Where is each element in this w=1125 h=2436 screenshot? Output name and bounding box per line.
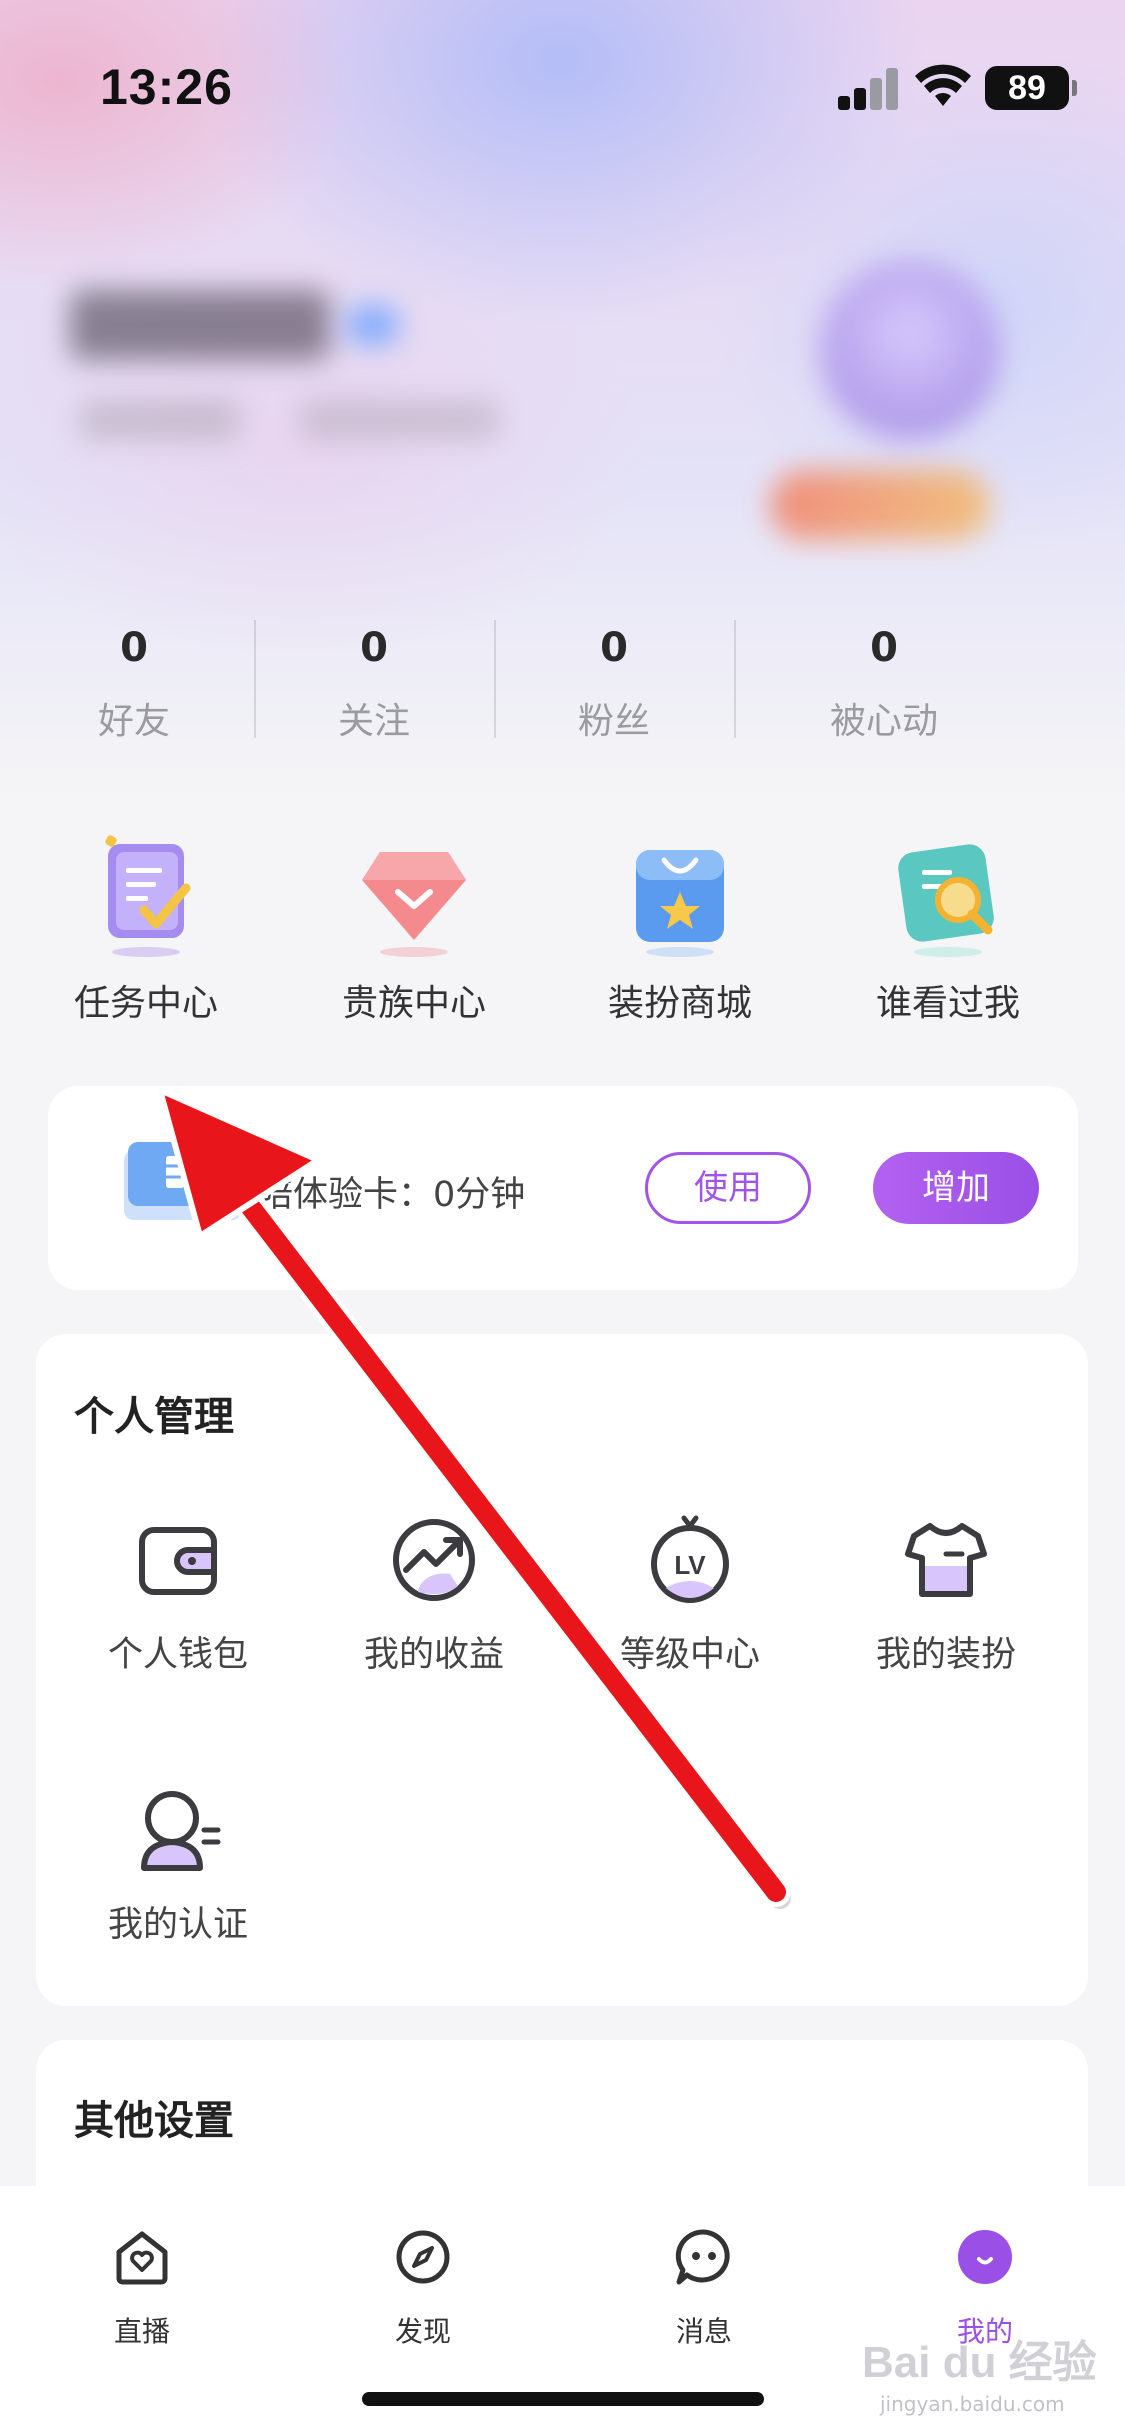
- profile-id-blurred: [80, 400, 240, 440]
- tab-label: 直播: [113, 2315, 170, 2348]
- home-heart-icon: [116, 2231, 168, 2285]
- wifi-icon: [915, 64, 971, 106]
- add-button[interactable]: 增加: [873, 1152, 1039, 1224]
- stat-following[interactable]: 0 关注: [254, 620, 494, 744]
- shortcut-label: 任务中心: [73, 983, 218, 1024]
- cellular-signal-icon: [838, 68, 900, 110]
- battery-icon: 89: [985, 66, 1077, 110]
- stat-divider: [734, 620, 736, 738]
- stat-label: 好友: [97, 701, 170, 742]
- status-time: 13:26: [100, 59, 233, 115]
- stat-label: 被心动: [829, 701, 938, 742]
- chat-icon: [675, 2229, 730, 2285]
- feature-shortcuts: 任务中心 贵族中心 装扮商城 谁看过我: [0, 830, 1125, 1050]
- task-icon: [105, 835, 191, 957]
- mgmt-item-verification[interactable]: 我的认证: [78, 1784, 278, 1947]
- compass-icon: [396, 2230, 450, 2284]
- stat-value: 0: [600, 625, 628, 671]
- tab-label: 消息: [675, 2315, 732, 2348]
- mgmt-item-wallet[interactable]: 个人钱包: [78, 1514, 278, 1677]
- profile-info-blurred: [300, 400, 500, 440]
- stat-value: 0: [360, 625, 388, 671]
- stat-value: 0: [870, 625, 898, 671]
- section-title: 其他设置: [74, 2098, 234, 2144]
- shortcut-label: 装扮商城: [607, 983, 752, 1024]
- profile-icon: [958, 2230, 1012, 2284]
- experience-card-icon: [124, 1142, 242, 1220]
- svg-text:LV: LV: [674, 1550, 706, 1580]
- verified-badge-blurred: [345, 305, 400, 345]
- shortcut-label: 谁看过我: [875, 983, 1020, 1024]
- shop-bag-icon: [636, 850, 724, 957]
- shortcut-label: 贵族中心: [341, 983, 486, 1024]
- section-title: 个人管理: [74, 1394, 234, 1440]
- stat-liked-by[interactable]: 0 被心动: [764, 620, 1004, 744]
- home-indicator[interactable]: [362, 2392, 764, 2406]
- level-icon: LV: [651, 1515, 729, 1603]
- tab-messages[interactable]: 消息: [624, 2226, 784, 2350]
- stat-friends[interactable]: 0 好友: [14, 620, 254, 744]
- stat-value: 0: [120, 625, 148, 671]
- shortcut-who-viewed-me[interactable]: 谁看过我: [828, 830, 1068, 1026]
- mgmt-item-earnings[interactable]: 我的收益: [334, 1514, 534, 1677]
- tab-label: 发现: [394, 2315, 451, 2348]
- stat-fans[interactable]: 0 粉丝: [494, 620, 734, 744]
- mgmt-item-outfit[interactable]: 我的装扮: [846, 1514, 1046, 1677]
- use-button[interactable]: 使用: [645, 1152, 811, 1224]
- tab-live[interactable]: 直播: [62, 2226, 222, 2350]
- diamond-icon: [362, 852, 466, 957]
- tab-discover[interactable]: 发现: [343, 2226, 503, 2350]
- baidu-watermark-url: jingyan.baidu.com: [880, 2392, 1065, 2416]
- outfit-icon: [905, 1523, 987, 1597]
- shortcut-nobility-center[interactable]: 贵族中心: [294, 830, 534, 1026]
- avatar-tag-blurred[interactable]: [770, 470, 990, 540]
- mgmt-label: 个人钱包: [107, 1635, 248, 1675]
- profile-stats: 0 好友 0 关注 0 粉丝 0 被心动: [0, 620, 1125, 770]
- avatar[interactable]: [820, 260, 1000, 440]
- stat-label: 粉丝: [577, 701, 650, 742]
- search-visitors-icon: [898, 844, 994, 957]
- mgmt-label: 等级中心: [619, 1635, 760, 1675]
- wallet-icon: [139, 1527, 217, 1595]
- personal-management-card: 个人管理 个人钱包 我的收益 LV 等级中心 我的装扮 我的认证: [36, 1334, 1088, 2006]
- shortcut-task-center[interactable]: 任务中心: [26, 830, 266, 1026]
- stat-label: 关注: [337, 701, 410, 742]
- experience-card: 陪体验卡：0分钟 使用 增加: [48, 1086, 1078, 1290]
- mgmt-item-level-center[interactable]: LV 等级中心: [590, 1514, 790, 1677]
- profile-name-blurred[interactable]: [70, 290, 330, 360]
- mgmt-label: 我的认证: [107, 1905, 248, 1945]
- shortcut-dressup-mall[interactable]: 装扮商城: [560, 830, 800, 1026]
- verification-icon: [141, 1791, 221, 1871]
- baidu-watermark: Bai du 经验: [862, 2338, 1097, 2387]
- mgmt-label: 我的装扮: [875, 1635, 1016, 1675]
- status-bar: 13:26 89: [0, 0, 1125, 140]
- earnings-icon: [393, 1519, 475, 1601]
- mgmt-label: 我的收益: [363, 1635, 504, 1675]
- experience-card-text: 陪体验卡：0分钟: [258, 1175, 526, 1215]
